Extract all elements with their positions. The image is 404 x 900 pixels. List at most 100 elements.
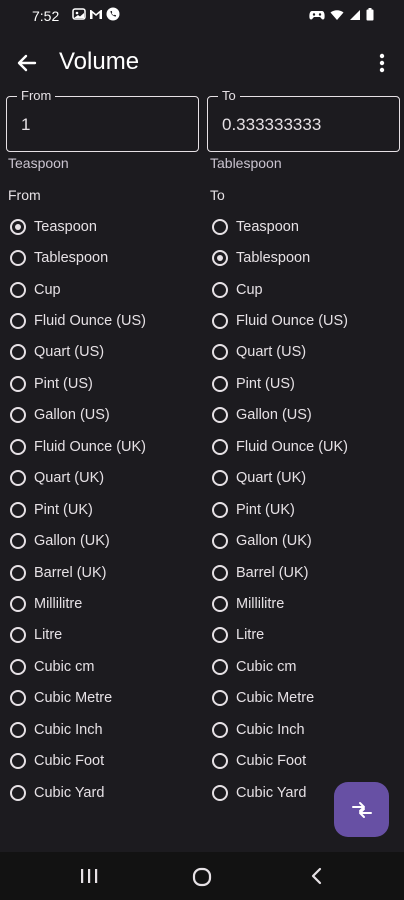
to-field[interactable]: To 0.333333333 xyxy=(207,88,400,152)
radio-button-icon[interactable] xyxy=(10,658,26,675)
from-radio-teaspoon[interactable]: Teaspoon xyxy=(8,211,188,242)
radio-button-icon[interactable] xyxy=(212,753,228,770)
radio-button-icon[interactable] xyxy=(212,281,228,298)
radio-label: Quart (US) xyxy=(34,344,105,361)
radio-button-icon[interactable] xyxy=(10,218,26,235)
from-radio-cubic-cm[interactable]: Cubic cm xyxy=(8,651,188,682)
status-left-icons xyxy=(72,7,120,21)
radio-button-icon[interactable] xyxy=(212,784,228,801)
from-radio-millilitre[interactable]: Millilitre xyxy=(8,588,188,619)
radio-button-icon[interactable] xyxy=(10,564,26,581)
radio-label: Pint (US) xyxy=(236,375,295,392)
from-radio-quart-uk[interactable]: Quart (UK) xyxy=(8,463,188,494)
from-radio-litre[interactable]: Litre xyxy=(8,620,188,651)
status-time: 7:52 xyxy=(32,8,60,24)
from-unit-caption: Teaspoon xyxy=(8,155,69,171)
radio-button-icon[interactable] xyxy=(212,627,228,644)
radio-button-icon[interactable] xyxy=(212,438,228,455)
radio-button-icon[interactable] xyxy=(212,690,228,707)
to-radio-quart-uk[interactable]: Quart (UK) xyxy=(210,463,390,494)
to-radio-teaspoon[interactable]: Teaspoon xyxy=(210,211,390,242)
more-options-icon[interactable] xyxy=(372,50,392,76)
from-radio-cup[interactable]: Cup xyxy=(8,274,188,305)
radio-label: Cup xyxy=(34,281,61,298)
radio-button-icon[interactable] xyxy=(10,721,26,738)
from-field[interactable]: From 1 xyxy=(6,88,199,152)
to-radio-gallon-uk[interactable]: Gallon (UK) xyxy=(210,525,390,556)
swap-units-button[interactable] xyxy=(334,782,389,837)
from-radio-pint-us[interactable]: Pint (US) xyxy=(8,368,188,399)
to-radio-cubic-foot[interactable]: Cubic Foot xyxy=(210,745,390,776)
from-field-value[interactable]: 1 xyxy=(21,115,30,135)
radio-button-icon[interactable] xyxy=(10,533,26,550)
radio-button-icon[interactable] xyxy=(212,564,228,581)
to-field-label: To xyxy=(218,88,240,104)
radio-button-icon[interactable] xyxy=(212,250,228,267)
radio-button-icon[interactable] xyxy=(10,627,26,644)
radio-button-icon[interactable] xyxy=(10,313,26,330)
to-radio-cubic-inch[interactable]: Cubic Inch xyxy=(210,714,390,745)
to-radio-barrel-uk[interactable]: Barrel (UK) xyxy=(210,557,390,588)
nav-back-icon[interactable] xyxy=(308,866,326,886)
from-radio-quart-us[interactable]: Quart (US) xyxy=(8,337,188,368)
radio-button-icon[interactable] xyxy=(212,501,228,518)
to-radio-fluid-ounce-uk[interactable]: Fluid Ounce (UK) xyxy=(210,431,390,462)
from-radio-cubic-metre[interactable]: Cubic Metre xyxy=(8,683,188,714)
radio-button-icon[interactable] xyxy=(10,753,26,770)
radio-label: Tablespoon xyxy=(236,250,311,267)
to-radio-cup[interactable]: Cup xyxy=(210,274,390,305)
radio-button-icon[interactable] xyxy=(10,690,26,707)
from-radio-tablespoon[interactable]: Tablespoon xyxy=(8,242,188,273)
home-icon[interactable] xyxy=(190,866,214,888)
radio-button-icon[interactable] xyxy=(10,250,26,267)
radio-button-icon[interactable] xyxy=(212,533,228,550)
from-radio-fluid-ounce-us[interactable]: Fluid Ounce (US) xyxy=(8,305,188,336)
radio-button-icon[interactable] xyxy=(212,470,228,487)
radio-button-icon[interactable] xyxy=(10,375,26,392)
to-radio-cubic-cm[interactable]: Cubic cm xyxy=(210,651,390,682)
radio-button-icon[interactable] xyxy=(10,438,26,455)
battery-icon xyxy=(366,8,374,21)
to-field-value[interactable]: 0.333333333 xyxy=(222,115,321,135)
radio-button-icon[interactable] xyxy=(212,218,228,235)
to-radio-pint-uk[interactable]: Pint (UK) xyxy=(210,494,390,525)
from-radio-cubic-foot[interactable]: Cubic Foot xyxy=(8,745,188,776)
radio-button-icon[interactable] xyxy=(10,470,26,487)
radio-label: Barrel (UK) xyxy=(34,564,107,581)
to-radio-gallon-us[interactable]: Gallon (US) xyxy=(210,400,390,431)
to-radio-litre[interactable]: Litre xyxy=(210,620,390,651)
to-radio-tablespoon[interactable]: Tablespoon xyxy=(210,242,390,273)
to-radio-pint-us[interactable]: Pint (US) xyxy=(210,368,390,399)
to-radio-cubic-metre[interactable]: Cubic Metre xyxy=(210,683,390,714)
radio-button-icon[interactable] xyxy=(10,281,26,298)
radio-button-icon[interactable] xyxy=(212,375,228,392)
radio-button-icon[interactable] xyxy=(10,501,26,518)
back-arrow-icon[interactable] xyxy=(14,50,40,76)
to-radio-fluid-ounce-us[interactable]: Fluid Ounce (US) xyxy=(210,305,390,336)
from-radio-gallon-us[interactable]: Gallon (US) xyxy=(8,400,188,431)
radio-button-icon[interactable] xyxy=(10,344,26,361)
from-radio-cubic-yard[interactable]: Cubic Yard xyxy=(8,777,188,808)
radio-button-icon[interactable] xyxy=(10,407,26,424)
from-radio-fluid-ounce-uk[interactable]: Fluid Ounce (UK) xyxy=(8,431,188,462)
radio-button-icon[interactable] xyxy=(212,721,228,738)
radio-button-icon[interactable] xyxy=(212,407,228,424)
to-section-label: To xyxy=(210,187,225,203)
from-radio-cubic-inch[interactable]: Cubic Inch xyxy=(8,714,188,745)
radio-button-icon[interactable] xyxy=(10,595,26,612)
radio-label: Gallon (UK) xyxy=(34,533,110,550)
radio-button-icon[interactable] xyxy=(10,784,26,801)
from-radio-pint-uk[interactable]: Pint (UK) xyxy=(8,494,188,525)
to-radio-quart-us[interactable]: Quart (US) xyxy=(210,337,390,368)
radio-button-icon[interactable] xyxy=(212,658,228,675)
recents-icon[interactable] xyxy=(78,866,100,886)
from-radio-barrel-uk[interactable]: Barrel (UK) xyxy=(8,557,188,588)
to-radio-millilitre[interactable]: Millilitre xyxy=(210,588,390,619)
from-radio-gallon-uk[interactable]: Gallon (UK) xyxy=(8,525,188,556)
radio-label: Quart (UK) xyxy=(34,470,105,487)
radio-button-icon[interactable] xyxy=(212,344,228,361)
radio-label: Millilitre xyxy=(236,595,285,612)
radio-button-icon[interactable] xyxy=(212,595,228,612)
radio-button-icon[interactable] xyxy=(212,313,228,330)
to-unit-radio-group: Teaspoon Tablespoon Cup Fluid Ounce (US) Qua… xyxy=(210,211,390,808)
